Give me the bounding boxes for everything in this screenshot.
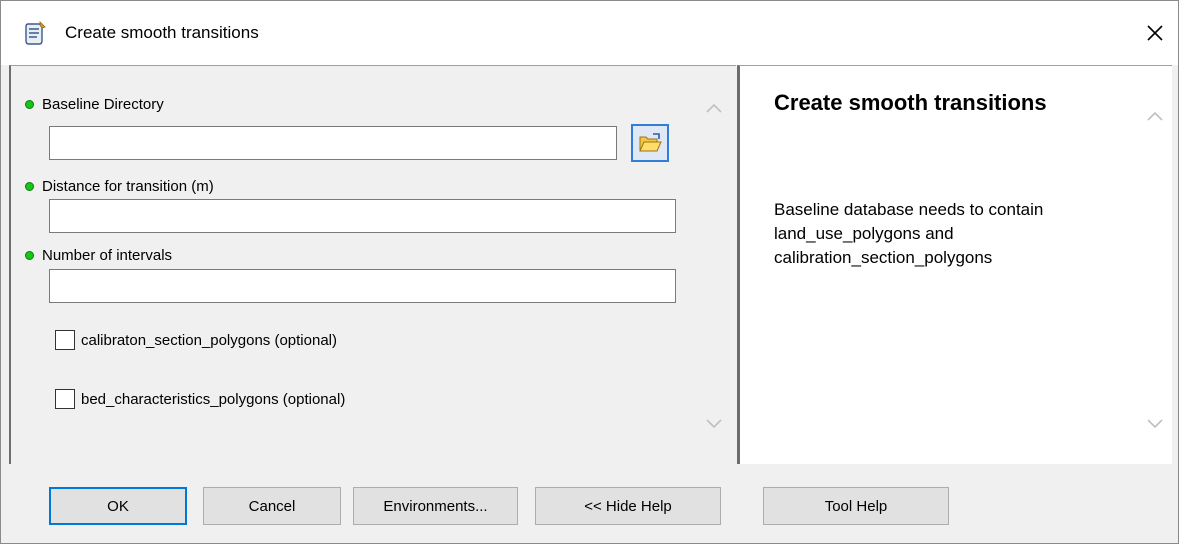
distance-label: Distance for transition (m) bbox=[42, 178, 214, 195]
intervals-param: Number of intervals bbox=[25, 247, 172, 264]
chevron-down-icon bbox=[706, 419, 722, 429]
baseline-directory-input[interactable] bbox=[49, 126, 617, 160]
chevron-up-icon bbox=[1147, 111, 1163, 121]
distance-param: Distance for transition (m) bbox=[25, 178, 214, 195]
intervals-label: Number of intervals bbox=[42, 247, 173, 264]
required-dot-icon bbox=[25, 182, 34, 191]
params-scroll-down-button[interactable] bbox=[704, 414, 724, 434]
help-title: Create smooth transitions bbox=[774, 90, 1047, 115]
help-scroll-down-button[interactable] bbox=[1145, 414, 1165, 434]
calibration-polygons-option[interactable]: calibraton_section_polygons (optional) bbox=[55, 330, 337, 350]
open-folder-icon bbox=[639, 133, 662, 152]
required-dot-icon bbox=[25, 251, 34, 260]
close-button[interactable] bbox=[1132, 1, 1178, 65]
ok-button[interactable]: OK bbox=[49, 487, 187, 525]
browse-folder-button[interactable] bbox=[631, 124, 669, 162]
baseline-directory-param: Baseline Directory bbox=[25, 96, 164, 113]
bed-polygons-label: bed_characteristics_polygons (optional) bbox=[81, 390, 346, 408]
calibration-polygons-checkbox[interactable] bbox=[55, 330, 75, 350]
cancel-button[interactable]: Cancel bbox=[203, 487, 341, 525]
help-scroll-up-button[interactable] bbox=[1145, 106, 1165, 126]
distance-input[interactable] bbox=[49, 199, 676, 233]
baseline-directory-label: Baseline Directory bbox=[42, 96, 164, 113]
close-icon bbox=[1147, 25, 1163, 41]
dialog-window: Create smooth transitions Baseline Direc… bbox=[0, 0, 1179, 544]
chevron-up-icon bbox=[706, 103, 722, 113]
calibration-polygons-label: calibraton_section_polygons (optional) bbox=[81, 331, 337, 349]
intervals-input[interactable] bbox=[49, 269, 676, 303]
chevron-down-icon bbox=[1147, 419, 1163, 429]
parameters-panel: Baseline Directory Distance for transiti… bbox=[9, 65, 736, 464]
python-script-icon bbox=[23, 21, 47, 47]
bed-polygons-checkbox[interactable] bbox=[55, 389, 75, 409]
help-description: Baseline database needs to contain land_… bbox=[774, 200, 1044, 267]
bed-polygons-option[interactable]: bed_characteristics_polygons (optional) bbox=[55, 389, 345, 409]
tool-help-button[interactable]: Tool Help bbox=[763, 487, 949, 525]
required-dot-icon bbox=[25, 100, 34, 109]
help-panel: Create smooth transitions Baseline datab… bbox=[737, 65, 1172, 464]
environments-button[interactable]: Environments... bbox=[353, 487, 518, 525]
params-scroll-up-button[interactable] bbox=[704, 98, 724, 118]
dialog-title: Create smooth transitions bbox=[65, 23, 259, 42]
title-bar[interactable]: Create smooth transitions bbox=[1, 1, 1178, 65]
hide-help-button[interactable]: << Hide Help bbox=[535, 487, 721, 525]
